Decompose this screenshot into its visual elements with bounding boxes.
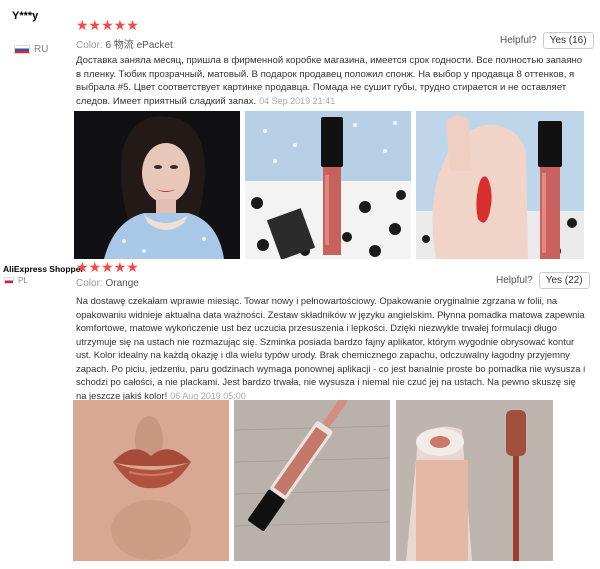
helpful-label: Helpful? — [496, 275, 533, 286]
review-photo-2[interactable] — [245, 111, 411, 259]
review-text: Na dostawę czekałam wprawie miesiąc. Tow… — [76, 294, 588, 403]
lipstick-tube-photo-image — [234, 400, 390, 561]
country-code: RU — [34, 44, 49, 55]
review-body: Na dostawę czekałam wprawie miesiąc. Tow… — [76, 295, 586, 401]
variant-value: 6 物流 ePacket — [105, 40, 173, 51]
variant-value: Orange — [105, 278, 139, 289]
country-code: PL — [18, 276, 28, 285]
product-variant: Color: 6 物流 ePacket — [76, 36, 173, 51]
variant-label: Color: — [76, 278, 103, 289]
star-rating: ★★★★★ — [76, 259, 139, 275]
review-date: 06 Aug 2019 05:00 — [170, 390, 246, 401]
review-photo-1[interactable] — [74, 111, 240, 259]
review-1: Y***y RU ★★★★★ Color: 6 物流 ePacket Helpf… — [0, 0, 600, 262]
reviewer-name: AliExpress Shopper — [3, 264, 84, 274]
flag-ru-icon — [14, 45, 30, 54]
lipstick-package-photo-image — [245, 111, 411, 259]
reviewer-country: PL — [4, 276, 28, 285]
helpful-section: Helpful? Yes (22) — [496, 272, 590, 289]
review-photo-3[interactable] — [416, 111, 584, 259]
review-photo-5[interactable] — [234, 400, 390, 561]
reviewer-country: RU — [14, 44, 48, 55]
review-photo-4[interactable] — [73, 400, 229, 561]
review-text: Доставка заняла месяц, пришла в фирменно… — [76, 54, 586, 108]
reviewer-name: Y***y — [12, 10, 39, 22]
helpful-section: Helpful? Yes (16) — [500, 32, 594, 49]
helpful-yes-button[interactable]: Yes (22) — [538, 272, 590, 289]
review-2: AliExpress Shopper PL ★★★★★ Color: Orang… — [0, 259, 600, 569]
flag-pl-icon — [4, 277, 14, 284]
star-rating: ★★★★★ — [76, 17, 139, 33]
product-variant: Color: Orange — [76, 278, 139, 289]
variant-label: Color: — [76, 40, 103, 51]
hand-swatch-photo-image — [416, 111, 584, 259]
review-date: 04 Sep 2019 21:41 — [259, 95, 336, 106]
applicator-photo-image — [396, 400, 553, 561]
review-photo-6[interactable] — [396, 400, 553, 561]
lips-photo-image — [73, 400, 229, 561]
portrait-photo-image — [74, 111, 240, 259]
helpful-label: Helpful? — [500, 35, 537, 46]
helpful-yes-button[interactable]: Yes (16) — [542, 32, 594, 49]
